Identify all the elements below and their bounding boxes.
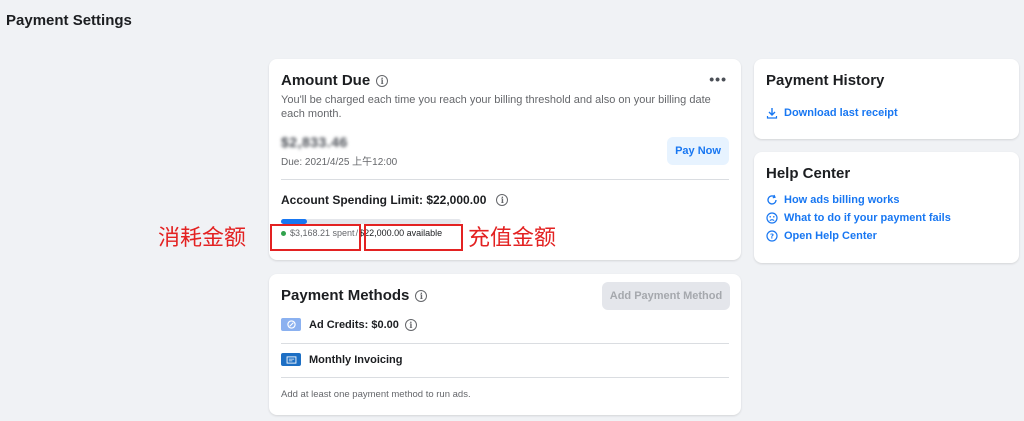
amount-due-title: Amount Due [281, 72, 371, 89]
spending-limit-row: Account Spending Limit: $22,000.00 i [281, 193, 509, 207]
divider [281, 377, 729, 378]
monthly-invoicing-label: Monthly Invoicing [309, 353, 403, 366]
annotation-available: 充值金额 [468, 226, 557, 251]
help-link-label: What to do if your payment fails [784, 212, 951, 224]
help-center-card: Help Center How ads billing works What t… [754, 152, 1019, 263]
available-highlight-box [364, 224, 463, 251]
monthly-invoicing-row[interactable]: Monthly Invoicing [281, 353, 403, 366]
payment-methods-footer: Add at least one payment method to run a… [281, 389, 471, 400]
spent-highlight-box [270, 224, 361, 251]
help-link-payment-fails[interactable]: What to do if your payment fails [766, 212, 951, 224]
ad-credits-label: Ad Credits: $0.00 [309, 318, 399, 331]
help-link-billing[interactable]: How ads billing works [766, 194, 900, 206]
info-icon[interactable]: i [376, 74, 389, 87]
coupon-icon [281, 318, 301, 331]
payment-methods-card: Payment Methods i Add Payment Method Ad … [269, 274, 741, 415]
help-link-label: Open Help Center [784, 230, 877, 242]
info-icon[interactable]: i [404, 318, 417, 331]
help-link-label: How ads billing works [784, 194, 900, 206]
payment-methods-heading: Payment Methods i [281, 287, 428, 304]
help-center-title: Help Center [766, 165, 851, 182]
more-options-icon[interactable]: ••• [709, 71, 727, 87]
due-date: Due: 2021/4/25 上午12:00 [281, 157, 398, 168]
amount-due-heading: Amount Due i [281, 72, 389, 89]
amount-due-description: You'll be charged each time you reach yo… [281, 94, 711, 120]
download-receipt-link[interactable]: Download last receipt [766, 107, 898, 119]
payment-methods-title: Payment Methods [281, 287, 410, 304]
info-icon[interactable]: i [415, 289, 428, 302]
download-icon [766, 107, 778, 119]
add-payment-method-button[interactable]: Add Payment Method [602, 282, 730, 310]
info-icon[interactable]: i [496, 194, 509, 206]
help-link-open-help-center[interactable]: ? Open Help Center [766, 230, 877, 242]
page-title: Payment Settings [6, 12, 132, 29]
divider [281, 343, 729, 344]
spending-limit-label: Account Spending Limit: $22,000.00 [281, 193, 487, 207]
divider [281, 179, 729, 180]
ad-credits-row: Ad Credits: $0.00 i [281, 318, 417, 331]
help-circle-icon: ? [766, 230, 778, 242]
refresh-icon [766, 194, 778, 206]
payment-history-card: Payment History Download last receipt [754, 59, 1019, 139]
svg-text:?: ? [770, 233, 774, 241]
pay-now-button[interactable]: Pay Now [667, 137, 729, 165]
invoice-icon [281, 353, 301, 366]
payment-history-title: Payment History [766, 72, 885, 89]
annotation-spent: 消耗金额 [158, 226, 247, 251]
sad-face-icon [766, 212, 778, 224]
amount-due-value: $2,833.46 [281, 134, 348, 150]
download-receipt-label: Download last receipt [784, 107, 898, 119]
